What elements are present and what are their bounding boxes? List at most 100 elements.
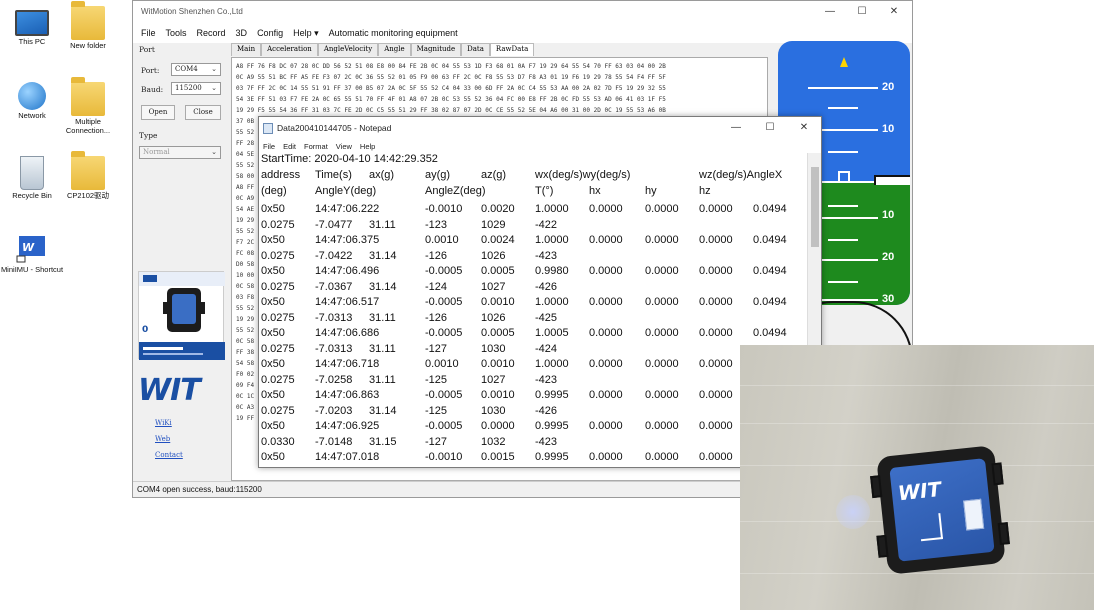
open-button[interactable]: Open	[141, 105, 175, 120]
type-select[interactable]: Normal ⌄	[139, 146, 221, 159]
notepad-cell: T(°)	[535, 185, 554, 197]
notepad-cell: 31.11	[369, 374, 396, 386]
notepad-cell: 0.0000	[645, 265, 679, 277]
maximize-button[interactable]: ☐	[849, 4, 875, 20]
notepad-cell: address	[261, 169, 301, 181]
pitch-line	[828, 239, 858, 241]
notepad-cell: 0.9995	[535, 420, 569, 432]
close-button[interactable]: ✕	[881, 4, 907, 20]
tab-acceleration[interactable]: Acceleration	[261, 43, 318, 56]
tab-data[interactable]: Data	[461, 43, 490, 56]
notepad-cell: 14:47:06.496	[315, 265, 380, 277]
notepad-cell: 0.0275	[261, 405, 295, 417]
notepad-cell: 1.0000	[535, 358, 569, 370]
notepad-menu-view[interactable]: View	[336, 142, 352, 151]
notepad-cell: 0.0000	[699, 420, 733, 432]
notepad-cell: -0.0005	[425, 389, 463, 401]
notepad-cell: 0x50	[261, 420, 285, 432]
notepad-cell: 0.0275	[261, 312, 295, 324]
notepad-menu-file[interactable]: File	[263, 142, 275, 151]
desktop-icon-label: New folder	[70, 41, 106, 50]
menu-tools[interactable]: Tools	[166, 28, 187, 38]
sensor-brand-logo: WIT	[896, 476, 943, 506]
wit-logo: WIT	[138, 373, 201, 408]
app-titlebar: WitMotion Shenzhen Co.,Ltd — ☐ ✕	[133, 1, 912, 23]
notepad-cell: 0.0000	[645, 203, 679, 215]
notepad-cell: 0.0024	[481, 234, 515, 246]
notepad-maximize-button[interactable]: ☐	[757, 120, 783, 136]
desktop-icon-cp2102[interactable]: CP2102驱动	[52, 151, 124, 201]
notepad-cell: -125	[425, 374, 448, 386]
notepad-cell: 31.14	[369, 250, 397, 262]
close-port-button[interactable]: Close	[185, 105, 221, 120]
menu-auto-monitoring[interactable]: Automatic monitoring equipment	[329, 28, 458, 38]
baud-select[interactable]: 115200 ⌄	[171, 82, 221, 95]
desktop: This PC New folder Network Multiple Conn…	[0, 0, 1094, 610]
notepad-cell: hy	[645, 185, 657, 197]
app-title: WitMotion Shenzhen Co.,Ltd	[141, 7, 243, 16]
notepad-menu-format[interactable]: Format	[304, 142, 328, 151]
notepad-cell: -125	[425, 405, 448, 417]
menu-3d[interactable]: 3D	[236, 28, 248, 38]
notepad-cell: 0.0000	[699, 451, 733, 463]
notepad-menu-edit[interactable]: Edit	[283, 142, 296, 151]
baud-label: Baud:	[141, 85, 164, 94]
minimize-button[interactable]: —	[817, 4, 843, 20]
chevron-down-icon: ⌄	[211, 148, 217, 156]
notepad-cell: 0x50	[261, 389, 285, 401]
web-link[interactable]: Web	[155, 435, 170, 443]
notepad-cell: 0x50	[261, 265, 285, 277]
notepad-cell: 0x50	[261, 358, 285, 370]
notepad-cell: -7.0367	[315, 281, 353, 293]
notepad-minimize-button[interactable]: —	[723, 120, 749, 136]
computer-icon	[15, 10, 49, 36]
wiki-link[interactable]: WiKi	[155, 419, 172, 427]
notepad-cell: 0.0000	[645, 327, 679, 339]
menu-config[interactable]: Config	[257, 28, 283, 38]
desktop-icon-multiple-connection[interactable]: Multiple Connection...	[52, 77, 124, 135]
contact-link[interactable]: Contact	[155, 451, 183, 459]
notepad-cell: 0.0000	[645, 234, 679, 246]
notepad-cell: 1.0005	[535, 327, 569, 339]
scrollbar-thumb[interactable]	[811, 167, 819, 247]
menu-record[interactable]: Record	[197, 28, 226, 38]
notepad-cell: 1.0000	[535, 296, 569, 308]
notepad-cell: 1.0000	[535, 203, 569, 215]
notepad-cell: 0.0000	[645, 389, 679, 401]
menu-file[interactable]: File	[141, 28, 156, 38]
tab-angle[interactable]: Angle	[378, 43, 411, 56]
notepad-cell: 0.0000	[481, 420, 515, 432]
notepad-cell: -7.0313	[315, 312, 353, 324]
notepad-cell: 0.0275	[261, 374, 295, 386]
notepad-cell: -7.0203	[315, 405, 353, 417]
desktop-icon-label: CP2102驱动	[66, 191, 110, 200]
aircraft-symbol-icon	[838, 171, 850, 183]
notepad-cell: 0.9995	[535, 389, 569, 401]
notepad-cell: StartTime: 2020-04-10 14:42:29.352	[261, 153, 438, 165]
notepad-cell: 0.0010	[481, 296, 515, 308]
notepad-menu-help[interactable]: Help	[360, 142, 375, 151]
desktop-icon-new-folder[interactable]: New folder	[52, 1, 124, 51]
hex-line: 54 3E FF 51 03 F7 FE 2A 0C 65 55 51 70 F…	[236, 96, 666, 103]
port-section-label: Port	[139, 45, 155, 54]
tab-magnitude[interactable]: Magnitude	[410, 43, 462, 56]
pitch-label: 20	[882, 251, 895, 263]
notepad-cell: 1027	[481, 374, 506, 386]
menu-help[interactable]: Help ▾	[293, 28, 319, 39]
tab-rawdata[interactable]: RawData	[489, 43, 535, 56]
notepad-text-area[interactable]: StartTime: 2020-04-10 14:42:29.352 addres…	[259, 153, 807, 467]
tab-anglevelocity[interactable]: AngleVelocity	[317, 43, 379, 56]
port-select[interactable]: COM4 ⌄	[171, 63, 221, 76]
notepad-titlebar: Data200410144705 - Notepad — ☐ ✕	[259, 117, 821, 139]
chevron-down-icon: ⌄	[211, 84, 217, 92]
port-label: Port:	[141, 66, 160, 75]
tab-main[interactable]: Main	[231, 43, 262, 56]
pitch-line	[828, 281, 858, 283]
hex-line: 19 29 F5 55 54 36 FF 31 03 7C FE 2D 0C C…	[236, 107, 666, 114]
notepad-cell: 0x50	[261, 451, 285, 463]
notepad-cell: 14:47:06.517	[315, 296, 380, 308]
desktop-icon-miniimu[interactable]: W MiniIMU - Shortcut	[0, 230, 68, 275]
notepad-cell: 14:47:06.863	[315, 389, 380, 401]
notepad-cell: 0.0000	[589, 420, 623, 432]
notepad-close-button[interactable]: ✕	[791, 120, 817, 136]
